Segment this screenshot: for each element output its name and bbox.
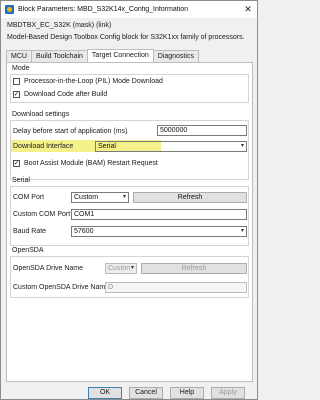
block-parameters-dialog: Block Parameters: MBD_S32K14x_Config_Inf… bbox=[0, 0, 258, 400]
simulink-icon bbox=[5, 5, 14, 14]
download-interface-select[interactable]: Serial ▾ bbox=[95, 141, 247, 152]
mask-description: Model-Based Design Toolbox Config block … bbox=[7, 34, 245, 41]
window-title: Block Parameters: MBD_S32K14x_Config_Inf… bbox=[18, 6, 189, 13]
download-interface-value: Serial bbox=[98, 143, 116, 150]
custom-opensda-drive-input[interactable]: D bbox=[105, 282, 247, 293]
com-port-label: COM Port bbox=[13, 194, 45, 201]
title-bar[interactable]: Block Parameters: MBD_S32K14x_Config_Inf… bbox=[1, 1, 257, 18]
apply-button[interactable]: Apply bbox=[211, 387, 245, 399]
target-connection-panel: Mode Processor-in-the-Loop (PIL) Mode Do… bbox=[6, 62, 253, 382]
tab-mcu[interactable]: MCU bbox=[6, 50, 32, 62]
close-icon[interactable]: ✕ bbox=[239, 1, 257, 18]
tab-build-toolchain[interactable]: Build Toolchain bbox=[30, 50, 88, 62]
mode-group-label: Mode bbox=[12, 65, 30, 72]
download-interface-label: Download Interface bbox=[13, 143, 74, 150]
opensda-group-label: OpenSDA bbox=[12, 247, 44, 254]
delay-label: Delay before start of application (ms) bbox=[13, 128, 128, 135]
chevron-down-icon: ▾ bbox=[122, 194, 126, 200]
serial-refresh-button[interactable]: Refresh bbox=[133, 192, 247, 203]
baud-rate-label: Baud Rate bbox=[13, 228, 47, 235]
cancel-button[interactable]: Cancel bbox=[129, 387, 163, 399]
download-after-build-checkbox[interactable]: ✓ bbox=[13, 91, 20, 98]
mask-name: MBDTBX_EC_S32K (mask) (link) bbox=[7, 22, 112, 29]
delay-input[interactable]: 5000000 bbox=[157, 125, 247, 136]
com-port-select[interactable]: Custom ▾ bbox=[71, 192, 129, 203]
bam-restart-row[interactable]: ✓ Boot Assist Module (BAM) Restart Reque… bbox=[13, 160, 158, 167]
serial-group-label: Serial bbox=[12, 177, 30, 184]
opensda-drive-label: OpenSDA Drive Name bbox=[13, 265, 84, 272]
opensda-drive-value: Custon bbox=[108, 265, 131, 272]
chevron-down-icon: ▾ bbox=[130, 265, 134, 271]
opensda-refresh-button[interactable]: Refresh bbox=[141, 263, 247, 274]
chevron-down-icon: ▾ bbox=[240, 143, 244, 149]
download-after-build-label: Download Code after Build bbox=[24, 91, 108, 98]
bam-restart-checkbox[interactable]: ✓ bbox=[13, 160, 20, 167]
tab-target-connection[interactable]: Target Connection bbox=[86, 49, 154, 62]
pil-mode-row[interactable]: Processor-in-the-Loop (PIL) Mode Downloa… bbox=[13, 78, 163, 85]
baud-rate-select[interactable]: 57600 ▾ bbox=[71, 226, 247, 237]
help-button[interactable]: Help bbox=[170, 387, 204, 399]
bam-restart-label: Boot Assist Module (BAM) Restart Request bbox=[24, 160, 158, 167]
pil-mode-checkbox[interactable] bbox=[13, 78, 20, 85]
ok-button[interactable]: OK bbox=[88, 387, 122, 399]
custom-com-port-label: Custom COM Port bbox=[13, 211, 71, 218]
baud-rate-value: 57600 bbox=[74, 228, 94, 235]
tab-diagnostics[interactable]: Diagnostics bbox=[152, 50, 199, 62]
pil-mode-label: Processor-in-the-Loop (PIL) Mode Downloa… bbox=[24, 78, 163, 85]
opensda-drive-select[interactable]: Custon ▾ bbox=[105, 263, 137, 274]
chevron-down-icon: ▾ bbox=[240, 228, 244, 234]
custom-opensda-drive-label: Custom OpenSDA Drive Name bbox=[13, 284, 110, 291]
com-port-value: Custom bbox=[74, 194, 99, 201]
download-after-build-row[interactable]: ✓ Download Code after Build bbox=[13, 91, 107, 98]
download-settings-group-label: Download settings bbox=[12, 111, 70, 118]
tab-bar: MCU Build Toolchain Target Connection Di… bbox=[6, 49, 199, 62]
custom-com-port-input[interactable]: COM1 bbox=[71, 209, 247, 220]
